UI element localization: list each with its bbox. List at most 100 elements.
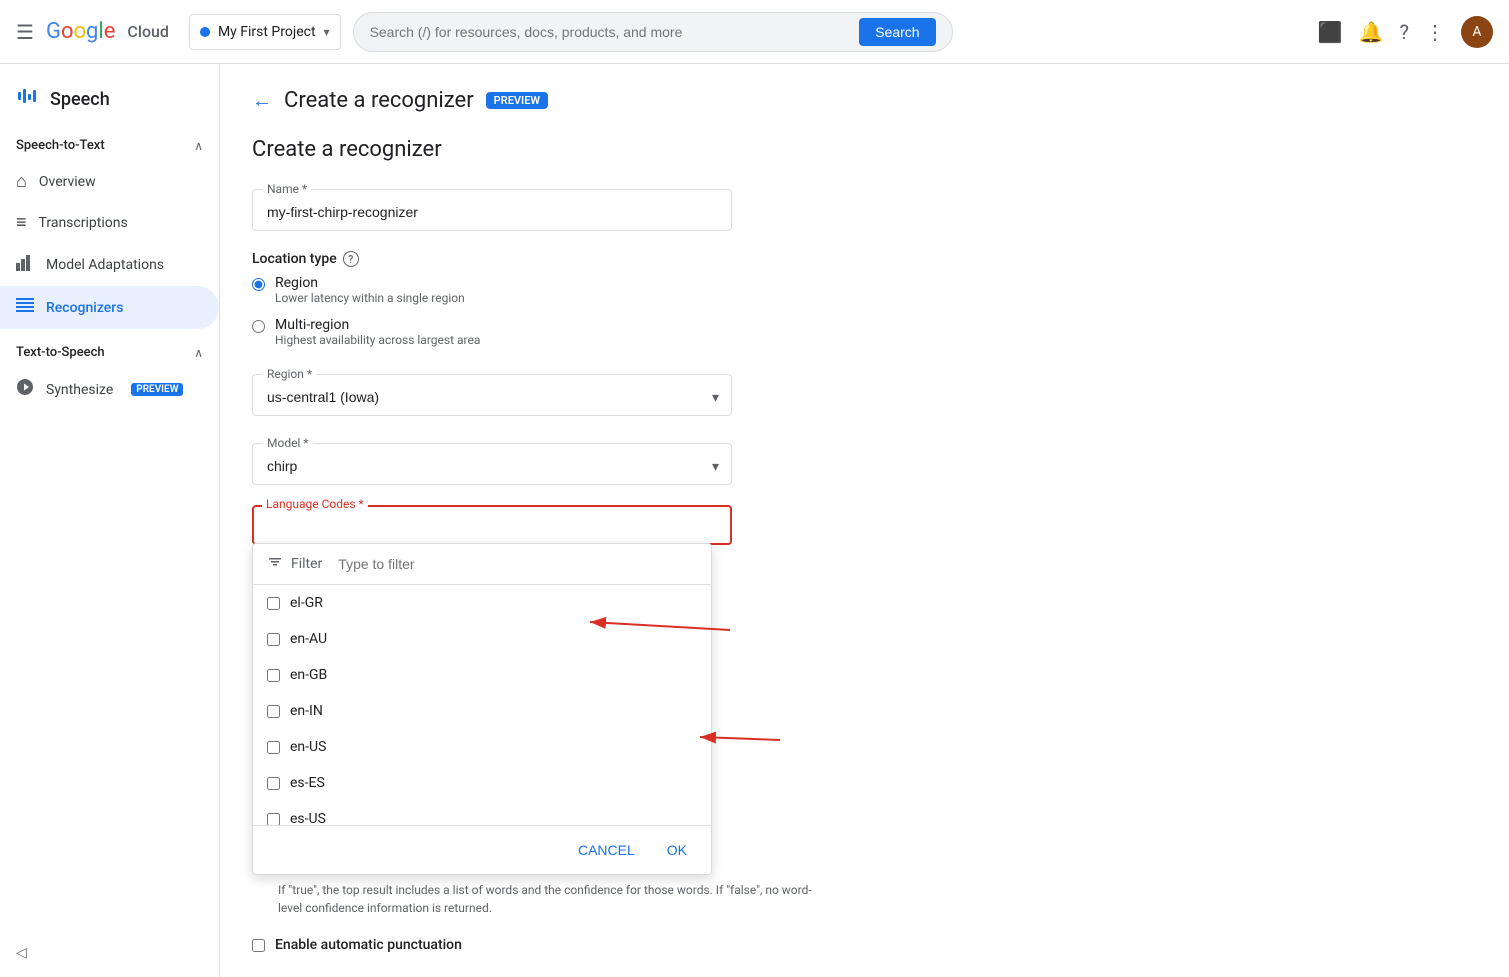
dropdown-actions: CANCEL OK xyxy=(253,825,711,874)
location-type-label: Location type ? xyxy=(252,251,1477,267)
auto-punctuation-section: Enable automatic punctuation xyxy=(252,937,812,953)
radio-region-label: Region xyxy=(275,275,465,291)
radio-multiregion-input[interactable] xyxy=(252,320,265,333)
search-button[interactable]: Search xyxy=(859,18,935,46)
location-type-text: Location type xyxy=(252,251,337,267)
page-header: ← Create a recognizer PREVIEW xyxy=(252,88,1477,113)
lang-checkbox-en-gb[interactable] xyxy=(267,669,280,682)
dropdown-ok-button[interactable]: OK xyxy=(659,836,695,864)
sidebar-item-model-adaptations[interactable]: Model Adaptations xyxy=(0,243,219,286)
sidebar-model-adaptations-label: Model Adaptations xyxy=(46,257,164,273)
auto-punctuation-checkbox[interactable] xyxy=(252,939,265,952)
cloud-text: Cloud xyxy=(127,22,169,41)
section-title: Create a recognizer xyxy=(252,137,1477,162)
sidebar-transcriptions-label: Transcriptions xyxy=(39,215,128,231)
lang-checkbox-es-us[interactable] xyxy=(267,813,280,826)
topbar-actions: ⬛ 🔔 ? ⋮ A xyxy=(1318,16,1493,48)
lang-option-es-es[interactable]: es-ES xyxy=(253,765,711,801)
sidebar-collapse-btn[interactable]: ◁ xyxy=(16,945,27,961)
radio-region-desc: Lower latency within a single region xyxy=(275,291,465,305)
lang-code-es-es: es-ES xyxy=(290,775,325,791)
region-legend: Region * xyxy=(263,367,316,381)
region-select-wrapper: us-central1 (Iowa) us-east1 (South Carol… xyxy=(253,381,731,415)
lang-checkbox-el-gr[interactable] xyxy=(267,597,280,610)
sidebar-synthesize-label: Synthesize xyxy=(46,382,113,398)
filter-text-label: Filter xyxy=(291,556,322,572)
topbar-logo: Google Cloud xyxy=(46,19,169,44)
location-type-radio-group: Region Lower latency within a single reg… xyxy=(252,275,732,347)
filter-input[interactable] xyxy=(338,556,697,572)
synthesize-icon xyxy=(16,378,34,401)
terminal-icon[interactable]: ⬛ xyxy=(1318,20,1343,44)
topbar: ☰ Google Cloud My First Project ▾ Search… xyxy=(0,0,1509,64)
filter-row: Filter xyxy=(253,544,711,585)
radio-region-option: Region Lower latency within a single reg… xyxy=(252,275,732,305)
word-confidence-desc: If "true", the top result includes a lis… xyxy=(278,881,812,917)
lang-code-en-us: en-US xyxy=(290,739,326,755)
model-select-wrapper: chirp latest_long latest_short ▾ xyxy=(253,450,731,484)
lang-option-en-gb[interactable]: en-GB xyxy=(253,657,711,693)
lang-option-en-us[interactable]: en-US xyxy=(253,729,711,765)
lang-option-el-gr[interactable]: el-GR xyxy=(253,585,711,621)
avatar[interactable]: A xyxy=(1461,16,1493,48)
speech-app-icon xyxy=(16,84,40,114)
sidebar-item-overview[interactable]: ⌂ Overview xyxy=(0,161,219,202)
search-input[interactable] xyxy=(370,24,852,40)
lang-checkbox-es-es[interactable] xyxy=(267,777,280,790)
sidebar-item-recognizers[interactable]: Recognizers xyxy=(0,286,219,329)
page-preview-badge: PREVIEW xyxy=(486,92,548,109)
back-button[interactable]: ← xyxy=(252,88,272,113)
lang-checkbox-en-in[interactable] xyxy=(267,705,280,718)
model-select[interactable]: chirp latest_long latest_short xyxy=(253,450,731,484)
sidebar-section-tts[interactable]: Text-to-Speech ∧ xyxy=(0,337,219,368)
sidebar-section-stt[interactable]: Speech-to-Text ∧ xyxy=(0,130,219,161)
lang-option-es-us[interactable]: es-US xyxy=(253,801,711,825)
model-fieldset: Model * chirp latest_long latest_short ▾ xyxy=(252,436,732,485)
radio-multiregion-text: Multi-region Highest availability across… xyxy=(275,317,480,347)
dropdown-list: el-GR en-AU en-GB en-IN xyxy=(253,585,711,825)
dropdown-cancel-button[interactable]: CANCEL xyxy=(570,836,643,864)
project-dot xyxy=(200,27,210,37)
model-adaptations-icon xyxy=(16,253,34,276)
radio-region-input[interactable] xyxy=(252,278,265,291)
help-icon[interactable]: ? xyxy=(1400,20,1409,44)
tts-section-label: Text-to-Speech xyxy=(16,345,105,360)
notifications-icon[interactable]: 🔔 xyxy=(1359,20,1384,44)
location-type-group: Location type ? Region Lower latency wit… xyxy=(252,251,1477,347)
lang-code-es-us: es-US xyxy=(290,811,326,825)
synthesize-preview-badge: PREVIEW xyxy=(131,383,183,396)
transcriptions-icon: ≡ xyxy=(16,212,27,233)
lang-code-en-gb: en-GB xyxy=(290,667,327,683)
project-selector[interactable]: My First Project ▾ xyxy=(189,14,341,50)
recognizers-icon xyxy=(16,296,34,319)
more-options-icon[interactable]: ⋮ xyxy=(1425,20,1445,44)
sidebar-item-synthesize[interactable]: Synthesize PREVIEW xyxy=(0,368,219,411)
region-fieldset: Region * us-central1 (Iowa) us-east1 (So… xyxy=(252,367,732,416)
lang-codes-box[interactable] xyxy=(252,505,732,545)
overview-icon: ⌂ xyxy=(16,171,27,192)
lang-option-en-in[interactable]: en-IN xyxy=(253,693,711,729)
sidebar-recognizers-label: Recognizers xyxy=(46,300,123,316)
search-bar: Search xyxy=(353,12,953,52)
project-dropdown-arrow: ▾ xyxy=(324,25,330,39)
project-name: My First Project xyxy=(218,24,316,40)
lang-option-en-au[interactable]: en-AU xyxy=(253,621,711,657)
google-logo: Google xyxy=(46,19,115,44)
lang-code-el-gr: el-GR xyxy=(290,595,323,611)
sidebar-app-name: Speech xyxy=(50,89,110,110)
lang-checkbox-en-us[interactable] xyxy=(267,741,280,754)
lang-codes-dropdown: Filter el-GR en-AU en-GB xyxy=(252,543,712,875)
menu-icon[interactable]: ☰ xyxy=(16,20,34,44)
name-fieldset: Name * xyxy=(252,182,732,231)
lang-code-en-au: en-AU xyxy=(290,631,327,647)
name-field-group: Name * xyxy=(252,182,732,231)
stt-collapse-icon: ∧ xyxy=(194,139,203,153)
lang-checkbox-en-au[interactable] xyxy=(267,633,280,646)
name-input[interactable] xyxy=(253,196,731,230)
sidebar-item-transcriptions[interactable]: ≡ Transcriptions xyxy=(0,202,219,243)
auto-punctuation-row: Enable automatic punctuation xyxy=(252,937,812,953)
location-type-help-icon[interactable]: ? xyxy=(343,251,359,267)
sidebar: Speech Speech-to-Text ∧ ⌂ Overview ≡ Tra… xyxy=(0,64,220,977)
region-select[interactable]: us-central1 (Iowa) us-east1 (South Carol… xyxy=(253,381,731,415)
page-title: Create a recognizer xyxy=(284,88,474,113)
